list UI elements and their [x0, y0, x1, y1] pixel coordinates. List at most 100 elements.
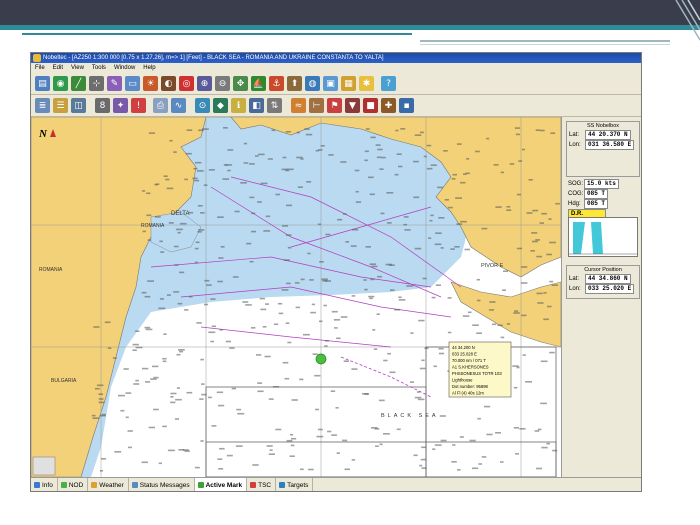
event-icon[interactable]: ✚: [381, 98, 396, 113]
depth-sounding: [195, 241, 200, 244]
alarm-icon[interactable]: !: [131, 98, 146, 113]
depth-sounding: [419, 464, 423, 467]
depth-sounding: [506, 206, 511, 208]
mark-icon[interactable]: ✎: [107, 76, 122, 91]
weather-tab-icon: [91, 482, 98, 488]
lifebuoy-icon[interactable]: ◎: [179, 76, 194, 91]
active-mark-icon: [197, 482, 204, 488]
flag-icon[interactable]: ⚑: [327, 98, 342, 113]
print-icon[interactable]: ⎙: [153, 98, 168, 113]
tab-active-mark[interactable]: Active Mark: [194, 478, 248, 491]
depth-sounding: [355, 201, 362, 203]
globe-icon[interactable]: ◉: [53, 76, 68, 91]
tab-nod[interactable]: NOD: [58, 478, 89, 491]
depth-sounding: [315, 149, 320, 152]
depth-sounding: [375, 144, 381, 146]
depth-sounding: [551, 284, 559, 286]
screen-icon[interactable]: ▣: [323, 76, 338, 91]
tab-status-messages[interactable]: Status Messages: [129, 478, 195, 491]
open-chart-icon[interactable]: ▤: [35, 76, 50, 91]
depth-sounding: [286, 204, 293, 207]
depth-sounding: [289, 455, 295, 457]
depth-sounding: [303, 333, 310, 336]
tab-info[interactable]: Info: [31, 478, 58, 491]
photo-icon[interactable]: ▦: [341, 76, 356, 91]
depth-sounding: [176, 387, 180, 389]
depth-sounding: [333, 319, 341, 321]
menu-view[interactable]: View: [67, 63, 88, 73]
chart-info-icon[interactable]: ℹ: [231, 98, 246, 113]
nautical-chart[interactable]: N DELTA ROMANIA ROMANIA BULGARIA PIVOR E…: [31, 117, 561, 477]
depth-sounding: [434, 243, 442, 246]
depth-sounding: [167, 449, 175, 452]
layers-icon[interactable]: ≣: [35, 98, 50, 113]
depth-sounding: [548, 218, 552, 220]
compass-icon[interactable]: ✦: [113, 98, 128, 113]
label-delta: DELTA: [171, 211, 189, 217]
depth-sounding: [321, 278, 328, 280]
measure-icon[interactable]: ⊹: [89, 76, 104, 91]
pan-icon[interactable]: ✥: [233, 76, 248, 91]
chart-select-icon[interactable]: ▭: [125, 76, 140, 91]
tab-tsc[interactable]: TSC: [247, 478, 277, 491]
overlay-icon[interactable]: ◫: [71, 98, 86, 113]
number-badge-icon[interactable]: 8: [95, 98, 110, 113]
settings-icon[interactable]: ✱: [359, 76, 374, 91]
radar-icon[interactable]: ◍: [305, 76, 320, 91]
depth-sounding: [506, 323, 511, 325]
gps-icon[interactable]: ⊙: [195, 98, 210, 113]
menu-tools[interactable]: Tools: [88, 63, 110, 73]
vessel-marker-icon[interactable]: [315, 353, 327, 365]
weather-icon[interactable]: ☀: [143, 76, 158, 91]
depth-sounding: [147, 280, 154, 282]
tsc-icon: [250, 482, 257, 488]
depth-sounding: [257, 382, 263, 384]
menu-file[interactable]: File: [31, 63, 49, 73]
menu-help[interactable]: Help: [139, 63, 159, 73]
depth-sounding: [179, 271, 185, 274]
depth-sounding: [368, 295, 375, 298]
north-up-icon[interactable]: ⬆: [287, 76, 302, 91]
marker-icon[interactable]: ▼: [345, 98, 360, 113]
depth-sounding: [146, 192, 151, 195]
cursor-lat-row: Lat: 44 34.860 N: [567, 274, 639, 284]
depth-sounding: [549, 280, 554, 283]
boat-icon[interactable]: ⛵: [251, 76, 266, 91]
orientation-icon[interactable]: ⇅: [267, 98, 282, 113]
route-tool-icon[interactable]: ╱: [71, 76, 86, 91]
tide-icon[interactable]: ◐: [161, 76, 176, 91]
window-titlebar[interactable]: Nobeltec - [AZ250 1:300 000 [0.75 x 1.27…: [31, 53, 641, 63]
anchor-icon[interactable]: ⚓: [269, 76, 284, 91]
depth-sounding: [133, 383, 140, 385]
depth-sounding: [414, 134, 422, 136]
status-icon: [131, 482, 138, 488]
ais-icon[interactable]: ◆: [213, 98, 228, 113]
track-icon[interactable]: ∿: [171, 98, 186, 113]
depth-sounding: [435, 284, 441, 286]
ruler-icon[interactable]: ⊢: [309, 98, 324, 113]
depth-sounding: [141, 190, 146, 192]
depth-sounding: [204, 279, 210, 282]
split-view-icon[interactable]: ◧: [249, 98, 264, 113]
tab-targets[interactable]: Targets: [276, 478, 314, 491]
save-icon[interactable]: ▪: [399, 98, 414, 113]
help-icon[interactable]: ?: [381, 76, 396, 91]
tab-weather[interactable]: Weather: [88, 478, 129, 491]
depth-sounding: [481, 456, 487, 458]
cursor-lon-label: Lon:: [569, 286, 581, 292]
menu-edit[interactable]: Edit: [49, 63, 67, 73]
depth-sounding: [426, 167, 433, 170]
depth-sounding: [495, 432, 501, 434]
zoom-in-icon[interactable]: ⊕: [197, 76, 212, 91]
menu-window[interactable]: Window: [110, 63, 139, 73]
depth-sounding: [489, 301, 496, 303]
depth-sounding: [472, 324, 479, 326]
nautical-chart-canvas[interactable]: N DELTA ROMANIA ROMANIA BULGARIA PIVOR E…: [31, 117, 561, 477]
waypoint-list-icon[interactable]: ☰: [53, 98, 68, 113]
tides-currents-icon[interactable]: ≈: [291, 98, 306, 113]
depth-sounding: [433, 365, 437, 368]
zoom-out-icon[interactable]: ⊖: [215, 76, 230, 91]
red-mark-icon[interactable]: ■: [363, 98, 378, 113]
depth-sounding: [206, 284, 212, 286]
depth-sounding: [225, 340, 231, 343]
